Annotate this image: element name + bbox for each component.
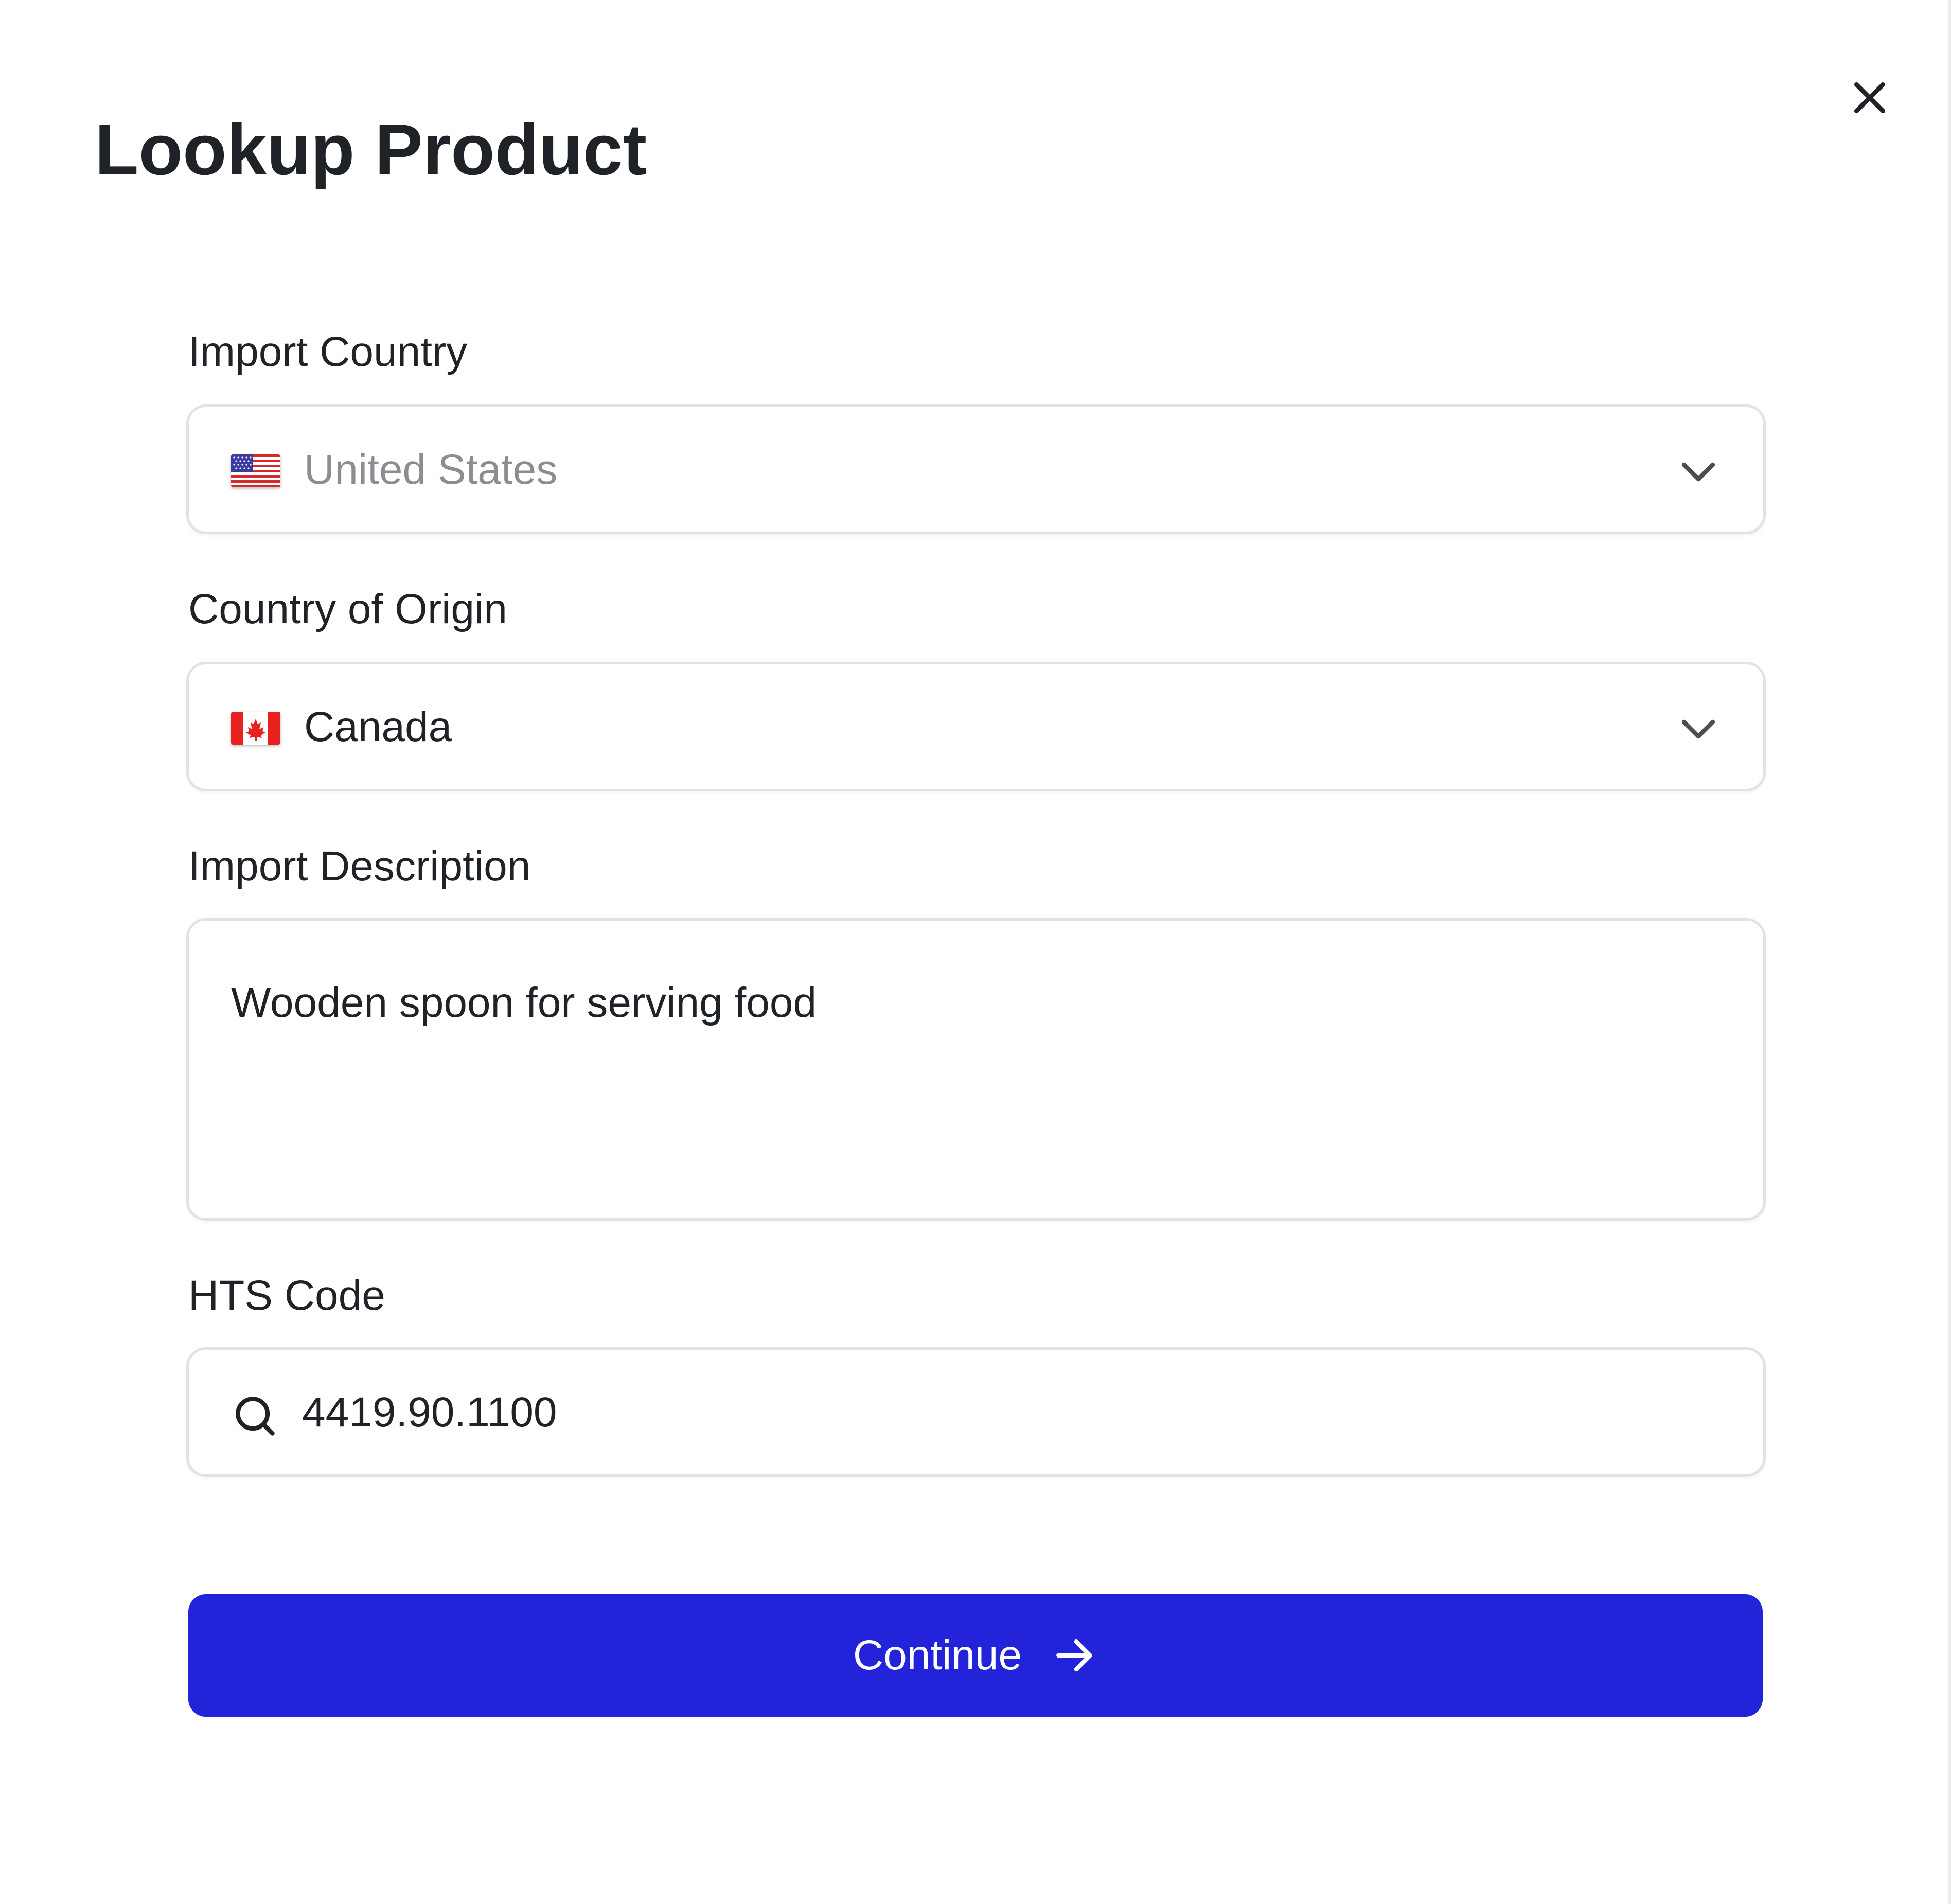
search-icon xyxy=(231,1392,278,1439)
country-of-origin-label: Country of Origin xyxy=(188,586,507,632)
continue-button[interactable]: Continue xyxy=(188,1594,1763,1717)
arrow-right-icon xyxy=(1051,1632,1098,1679)
import-country-value: United States xyxy=(304,446,558,493)
us-flag-icon xyxy=(231,454,280,487)
import-description-label: Import Description xyxy=(188,843,531,890)
chevron-down-icon xyxy=(1677,708,1720,751)
chevron-down-icon xyxy=(1677,450,1720,493)
canada-flag-icon xyxy=(231,712,280,745)
hts-code-label: HTS Code xyxy=(188,1272,385,1319)
modal-edge xyxy=(1948,0,1951,1904)
hts-code-value: 4419.90.1100 xyxy=(302,1389,557,1436)
lookup-product-modal: Lookup Product Import Country United Sta… xyxy=(0,0,1951,1904)
hts-code-search-input[interactable]: 4419.90.1100 xyxy=(186,1347,1766,1477)
country-of-origin-select[interactable]: Canada xyxy=(186,662,1766,791)
import-description-textarea[interactable]: Wooden spoon for serving food xyxy=(186,918,1766,1221)
import-country-select[interactable]: United States xyxy=(186,404,1766,534)
import-description-value: Wooden spoon for serving food xyxy=(231,979,817,1026)
continue-button-label: Continue xyxy=(853,1632,1022,1679)
country-of-origin-value: Canada xyxy=(304,703,452,750)
modal-title: Lookup Product xyxy=(95,109,647,190)
close-button[interactable] xyxy=(1842,70,1897,126)
import-country-label: Import Country xyxy=(188,328,468,375)
close-icon xyxy=(1854,82,1886,114)
